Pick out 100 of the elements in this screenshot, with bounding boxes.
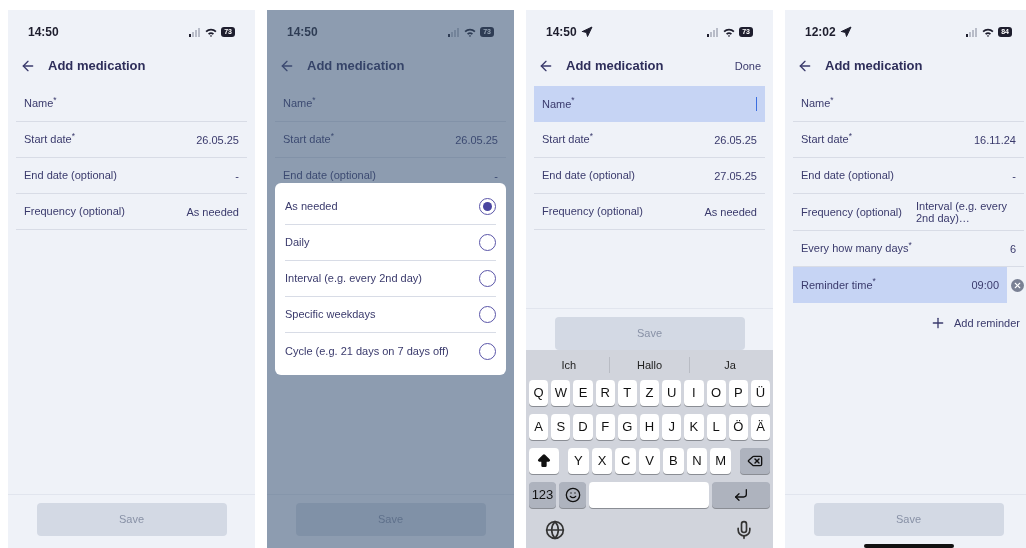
form-row[interactable]: Frequency (optional) As needed	[16, 194, 247, 230]
screen-title: Add medication	[48, 57, 146, 76]
back-icon[interactable]	[538, 58, 554, 74]
field-value: 26.05.25	[714, 133, 757, 146]
keyboard-key[interactable]: E	[573, 380, 593, 406]
field-label: Start date$^{*}$	[542, 133, 593, 146]
add-reminder-button[interactable]: Add reminder	[929, 315, 1020, 332]
field-label: Start date$^{*}$	[283, 133, 334, 146]
remove-icon[interactable]	[1011, 278, 1024, 292]
keyboard-key[interactable]: H	[639, 414, 660, 440]
form-row[interactable]: End date (optional) -	[16, 158, 247, 194]
keyboard-key[interactable]: Q	[529, 380, 549, 406]
field-value: -	[235, 169, 239, 182]
keyboard-key[interactable]: P	[728, 380, 748, 406]
frequency-option[interactable]: Interval (e.g. every 2nd day)	[285, 270, 422, 287]
field-value: -	[494, 169, 498, 182]
keyboard-key[interactable]: K	[684, 414, 704, 440]
frequency-option[interactable]: Specific weekdays	[285, 306, 376, 323]
signal-icon	[448, 27, 461, 37]
field-value: Interval (e.g. every 2nd day)…	[916, 200, 1009, 224]
keyboard-key[interactable]: I	[684, 380, 704, 406]
field-label: Every how many days$^{*}$	[801, 242, 912, 255]
form-row[interactable]: Name$^{*}$	[793, 86, 1024, 122]
word-suggestion[interactable]: Ich	[529, 356, 609, 374]
field-label: End date (optional)	[283, 169, 376, 182]
delete-key[interactable]	[740, 448, 771, 474]
keyboard-key[interactable]: G	[617, 414, 637, 440]
focused-field[interactable]: Reminder time$^{*}$ 09:00	[793, 267, 1007, 303]
keyboard-key[interactable]: A	[529, 414, 549, 440]
focused-field[interactable]: Name$^{*}$	[534, 86, 765, 122]
form-row[interactable]: End date (optional) -	[793, 158, 1024, 194]
field-label: Start date$^{*}$	[24, 133, 75, 146]
field-label: Reminder time$^{*}$	[801, 278, 876, 292]
wifi-icon	[982, 27, 995, 37]
keyboard-key[interactable]: X	[591, 448, 613, 474]
keyboard-key[interactable]: F	[595, 414, 615, 440]
numbers-key[interactable]: 123	[529, 482, 556, 508]
keyboard-key[interactable]: U	[662, 380, 682, 406]
keyboard-key[interactable]: L	[706, 414, 726, 440]
shift-arrow-icon	[536, 453, 552, 469]
field-label: Name$^{*}$	[24, 97, 57, 110]
keyboard-key[interactable]: S	[551, 414, 571, 440]
field-label: End date (optional)	[542, 169, 635, 182]
keyboard-key[interactable]: M	[710, 448, 732, 474]
form-row[interactable]: Start date$^{*}$ 16.11.24	[793, 122, 1024, 158]
back-icon[interactable]	[797, 58, 813, 74]
field-label: Frequency (optional)	[24, 205, 125, 218]
frequency-option[interactable]: Cycle (e.g. 21 days on 7 days off)	[285, 342, 449, 360]
globe-icon[interactable]	[545, 520, 565, 540]
field-value: 09:00	[971, 279, 999, 291]
field-label: Name$^{*}$	[801, 97, 834, 110]
status-time: 14:50	[546, 24, 577, 41]
wifi-icon	[464, 27, 477, 37]
form-row[interactable]: Start date$^{*}$ 26.05.25	[16, 122, 247, 158]
field-label: Frequency (optional)	[801, 205, 902, 219]
field-value: -	[1012, 169, 1016, 182]
frequency-option[interactable]: As needed	[285, 198, 338, 215]
signal-icon	[966, 27, 979, 37]
keyboard-key[interactable]: C	[615, 448, 637, 474]
field-value: 16.11.24	[974, 133, 1016, 146]
backspace-icon	[747, 453, 764, 469]
status-time: 14:50	[287, 24, 318, 41]
field-label: Name$^{*}$	[283, 97, 316, 110]
keyboard-key[interactable]: J	[662, 414, 682, 440]
keyboard-key[interactable]: Ä	[750, 414, 771, 440]
form-row[interactable]: Name$^{*}$	[16, 86, 247, 122]
form-row[interactable]: Start date$^{*}$ 26.05.25	[534, 122, 765, 158]
keyboard-key[interactable]: W	[551, 380, 571, 406]
field-value: 6	[1009, 242, 1016, 255]
keyboard-key[interactable]: Ö	[728, 414, 748, 440]
field-value: 26.05.25	[455, 133, 498, 146]
keyboard-key[interactable]: V	[639, 448, 660, 474]
word-suggestion[interactable]: Hallo	[608, 356, 690, 374]
screen-title: Add medication	[307, 57, 405, 76]
return-key[interactable]	[712, 482, 770, 508]
word-suggestion[interactable]: Ja	[689, 356, 770, 374]
back-icon[interactable]	[20, 58, 36, 74]
frequency-option[interactable]: Daily	[285, 234, 310, 251]
done-link[interactable]: Done	[734, 57, 761, 75]
keyboard-key[interactable]: R	[595, 380, 615, 406]
form-row[interactable]: End date (optional) 27.05.25	[534, 158, 765, 194]
keyboard-key[interactable]: Ü	[750, 380, 771, 406]
keyboard-key[interactable]: T	[617, 380, 637, 406]
field-label: Frequency (optional)	[542, 205, 643, 218]
shift-key[interactable]	[529, 448, 559, 474]
return-arrow-icon	[733, 487, 749, 503]
status-time: 12:02	[805, 24, 836, 41]
keyboard-key[interactable]: Z	[639, 380, 660, 406]
keyboard-key[interactable]: N	[686, 448, 708, 474]
form-row[interactable]: Frequency (optional) Interval (e.g. every 2nd day)…	[793, 194, 1024, 231]
status-time: 14:50	[28, 24, 59, 41]
keyboard-key[interactable]: O	[706, 380, 726, 406]
keyboard-key[interactable]: B	[662, 448, 684, 474]
field-value: 26.05.25	[196, 133, 239, 146]
keyboard-key[interactable]: Y	[568, 448, 589, 474]
field-label: End date (optional)	[24, 169, 117, 182]
emoji-key[interactable]	[559, 482, 586, 508]
form-row[interactable]: Frequency (optional) As needed	[534, 194, 765, 230]
microphone-icon[interactable]	[734, 520, 754, 540]
keyboard-key[interactable]: D	[573, 414, 593, 440]
